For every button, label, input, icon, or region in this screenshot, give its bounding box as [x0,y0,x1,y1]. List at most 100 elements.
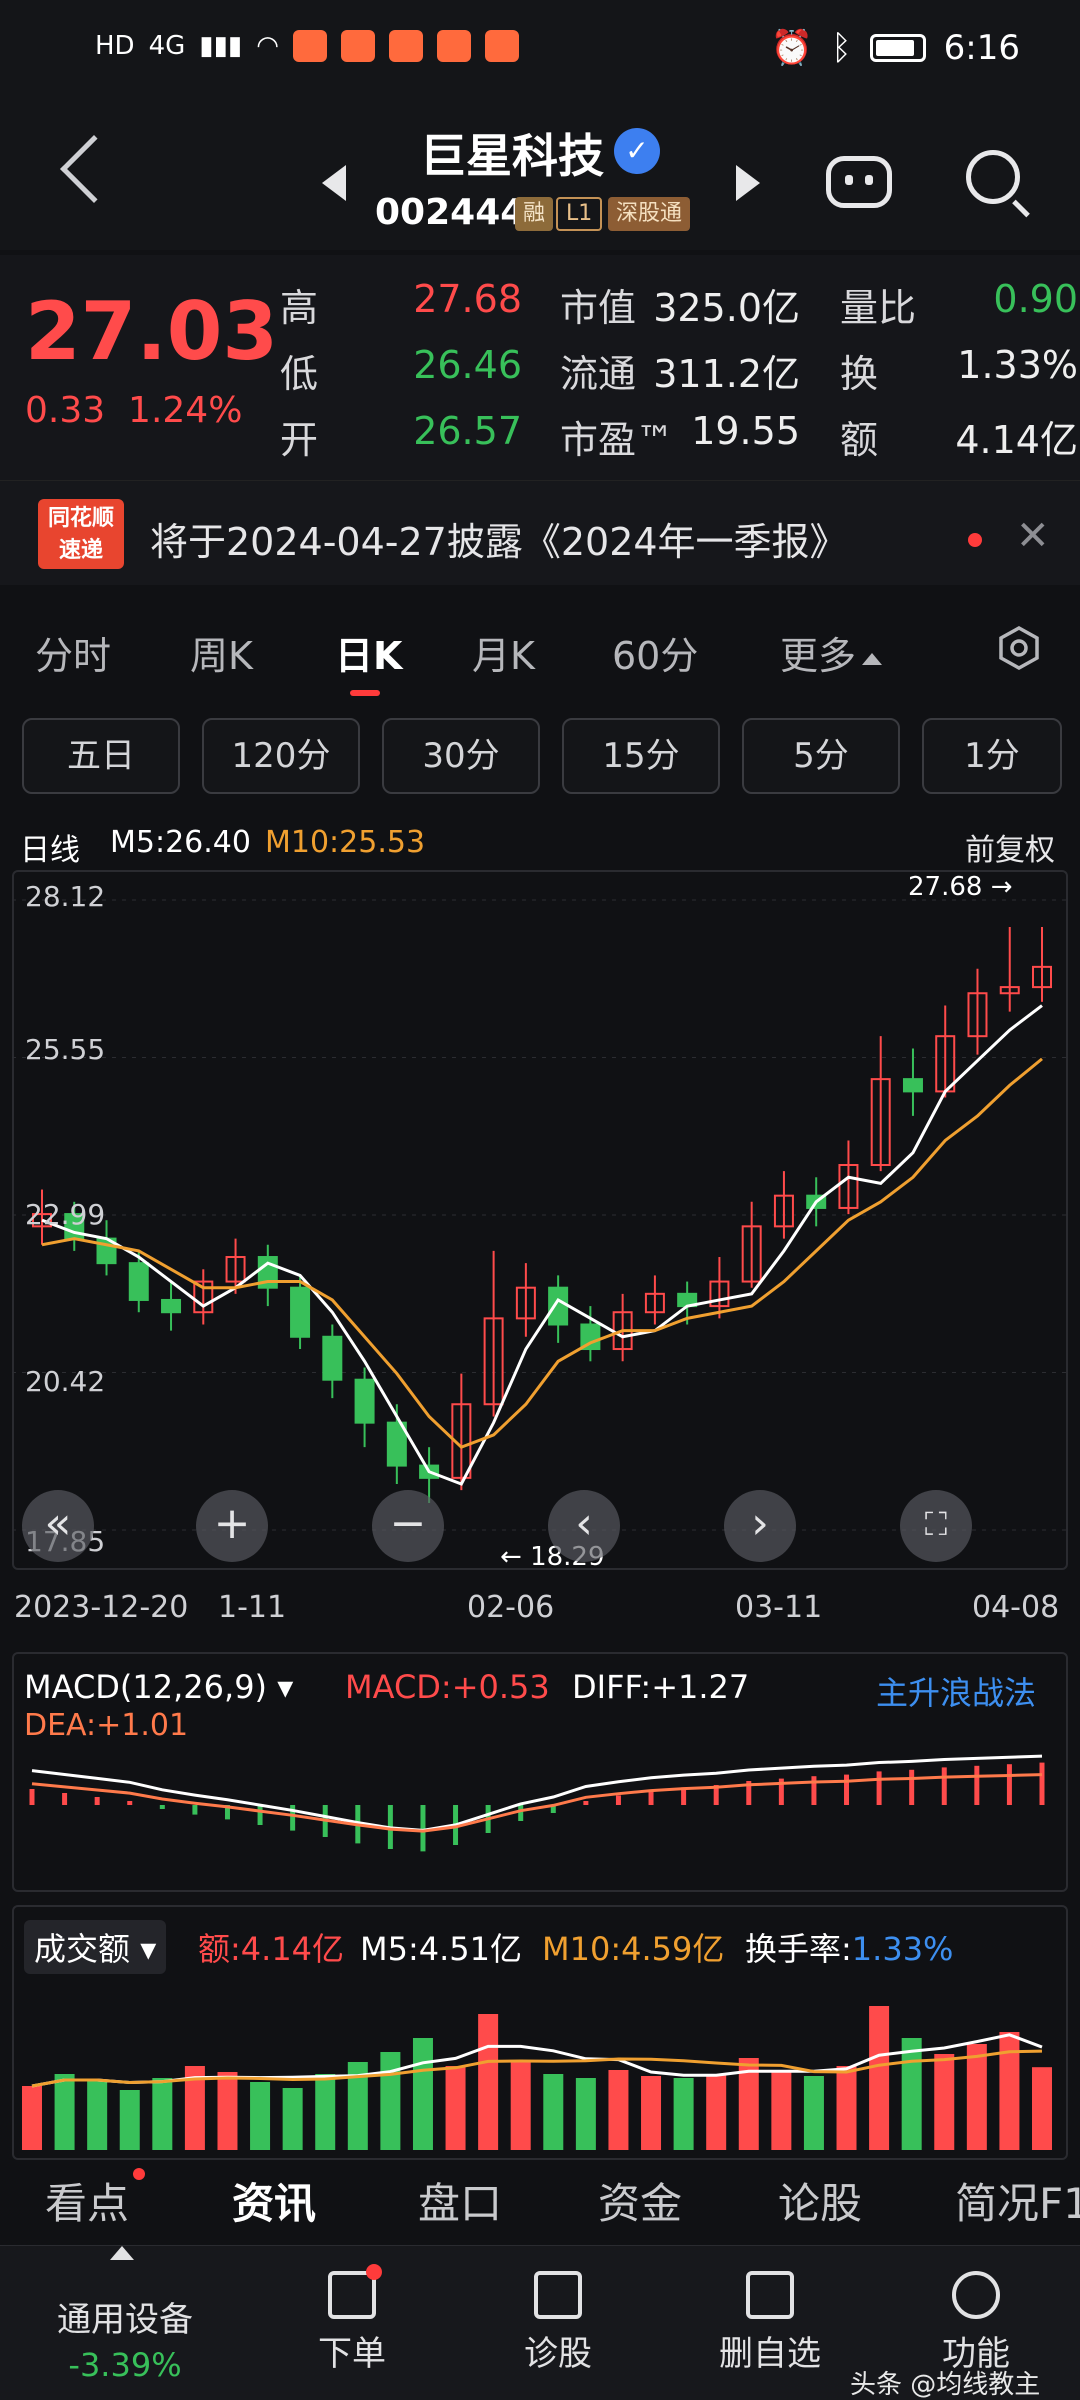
amount-bar [901,2038,922,2150]
fullscreen-button[interactable]: ⛶ [900,1490,972,1562]
tab-profile[interactable]: 简况F10 [955,2170,1080,2231]
tab-monthly[interactable]: 月K [472,625,535,680]
level-tag: L1 [556,197,603,231]
news-logo: 同花顺 速递 [38,499,124,569]
robot-icon[interactable] [826,156,892,208]
news-text[interactable]: 将于2024-04-27披露《2024年一季报》 [150,511,848,566]
diagnose-button[interactable]: 诊股 [478,2326,638,2375]
expand-up-icon[interactable] [110,2246,134,2260]
kline-chart[interactable] [12,870,1068,1570]
caret-up-icon [862,652,883,665]
tab-news[interactable]: 资讯 [232,2170,316,2231]
order-button[interactable]: 下单 [272,2326,432,2375]
30min-button[interactable]: 30分 [382,718,540,794]
amount-title: 成交额 [34,1930,131,1968]
tab-more[interactable]: 更多 [780,625,883,680]
amount-m10: M10:4.59亿 [542,1930,725,1968]
watermark: 头条 @均线教主 [850,2370,1041,2400]
amount-bar [966,2044,987,2150]
adjust-label[interactable]: 前复权 [965,825,1055,869]
low-value: 26.46 [413,343,522,387]
zoom-out-button[interactable]: − [372,1490,444,1562]
margin-tag: 融 [515,197,554,231]
candle-body [322,1335,343,1381]
close-icon[interactable]: ✕ [1016,513,1050,559]
open-value: 26.57 [413,409,522,453]
120min-button[interactable]: 120分 [202,718,360,794]
current-price: 27.03 [25,285,279,378]
amount-bar [54,2074,75,2150]
news-banner[interactable]: 同花顺 速递 将于2024-04-27披露《2024年一季报》 ✕ [0,480,1080,585]
amount-bar [608,2070,629,2150]
tab-orderbook[interactable]: 盘口 [418,2170,502,2231]
dea-line [31,1773,1043,1833]
amount-bar [1032,2067,1052,2150]
amount-bar [250,2082,271,2150]
prev-stock-icon[interactable] [322,165,346,201]
period-label: 日线 [20,833,80,868]
quote-panel: 27.03 0.33 1.24% 高 27.68 市值 325.0亿 量比 0.… [0,255,1080,480]
tab-more-label: 更多 [780,634,857,678]
candle-body [161,1298,182,1314]
app-notification-icon [292,30,327,62]
amount-value: 4.14亿 [955,418,1078,462]
x-tick: 1-11 [218,1590,287,1625]
amount-bar [706,2074,727,2150]
news-logo-bottom: 速递 [58,538,103,563]
high-marker-label: 27.68 → [908,872,1013,902]
ma-line-m5 [41,1004,1043,1486]
five-day-button[interactable]: 五日 [22,718,180,794]
app-notification-icon [340,30,375,62]
tab-funds[interactable]: 资金 [598,2170,682,2231]
scroll-left-button[interactable]: ‹ [548,1490,620,1562]
macd-indicator-select[interactable]: MACD(12,26,9) ▾ [24,1668,293,1706]
change-percent: 1.24% [128,390,243,431]
rewind-button[interactable]: « [22,1490,94,1562]
tab-daily[interactable]: 日K [335,625,402,680]
search-icon[interactable] [966,150,1020,204]
unread-dot [366,2264,382,2280]
app-notification-icon [388,30,423,62]
1min-button[interactable]: 1分 [922,718,1062,794]
diagnose-icon[interactable] [534,2271,582,2319]
stock-code: 002444 [375,192,526,233]
strategy-link[interactable]: 主升浪战法 [876,1668,1036,1714]
amount-bar [934,2054,955,2150]
news-logo-top: 同花顺 [47,506,114,531]
back-icon[interactable] [60,135,128,203]
tab-intraday[interactable]: 分时 [35,625,111,680]
amount-indicator-select[interactable]: 成交额 ▾ [24,1920,167,1974]
amount-chart [22,2006,1052,2150]
float-cap-label: 流通 [560,352,637,396]
menu-icon[interactable] [952,2271,1000,2319]
verified-icon: ✓ [614,128,660,174]
sector-name[interactable]: 通用设备 [40,2292,210,2341]
turnover-value: 1.33% [957,343,1078,387]
market-cap-label: 市值 [560,286,637,330]
x-tick: 03-11 [735,1590,823,1625]
amount-bar [380,2052,401,2150]
status-bar: HD 4G ▮▮▮ ◠ ⏰ ᛒ 6:16 [0,0,1080,100]
amount-bar [119,2090,140,2150]
settings-icon[interactable] [996,625,1042,671]
amount-bar [87,2080,108,2150]
y-tick: 22.99 [25,1198,106,1231]
alarm-icon: ⏰ [770,28,814,68]
sector-change: -3.39% [68,2346,182,2384]
15min-button[interactable]: 15分 [562,718,720,794]
5min-button[interactable]: 5分 [742,718,900,794]
tab-weekly[interactable]: 周K [190,625,253,680]
zoom-in-button[interactable]: + [196,1490,268,1562]
amount-bar [575,2078,596,2150]
tab-highlights[interactable]: 看点 [45,2170,129,2231]
clock: 6:16 [943,28,1020,68]
remove-watchlist-button[interactable]: 删自选 [690,2326,850,2375]
tab-forum[interactable]: 论股 [778,2170,862,2231]
tab-60min[interactable]: 60分 [612,625,698,680]
remove-watchlist-icon[interactable] [746,2271,794,2319]
stock-name: 巨星科技 [420,129,604,183]
amount-bar [217,2072,238,2150]
scroll-right-button[interactable]: › [724,1490,796,1562]
next-stock-icon[interactable] [736,165,760,201]
macd-title: MACD(12,26,9) [24,1668,268,1706]
